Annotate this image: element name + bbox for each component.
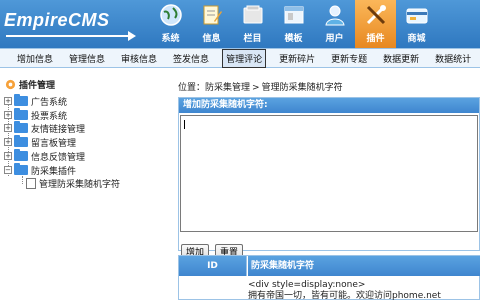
folder-icon	[14, 121, 28, 133]
plugin-tree: 插件管理 + 广告系统 + 投票系统 + 友情链接管理 + 留言板管理 + 信息…	[0, 75, 165, 300]
table-header-chars: 防采集随机字符	[248, 256, 480, 276]
tree-item-label: 防采集插件	[31, 166, 77, 177]
nav-system[interactable]: 系统	[150, 0, 191, 48]
top-nav: 系统 信息 栏目 模板 用户 插件 商城	[150, 0, 437, 48]
folder-icon	[14, 149, 28, 161]
tree-item-random-chars[interactable]: 管理防采集随机字符	[26, 177, 121, 190]
expand-icon[interactable]: +	[4, 111, 12, 119]
tree-item-label: 管理防采集随机字符	[39, 179, 121, 190]
document-edit-icon	[203, 5, 222, 25]
tree-item-label: 广告系统	[31, 97, 68, 108]
nav-label: 信息	[202, 34, 221, 44]
tree-item-label: 友情链接管理	[31, 124, 86, 135]
tree-item-links[interactable]: + 友情链接管理	[4, 121, 86, 135]
submenu-review-info[interactable]: 审核信息	[118, 50, 160, 67]
form-title: 增加防采集随机字符:	[179, 98, 479, 113]
document-icon	[26, 177, 36, 189]
nav-label: 系统	[161, 34, 180, 44]
tree-item-feedback[interactable]: + 信息反馈管理	[4, 149, 86, 163]
tree-item-vote[interactable]: + 投票系统	[4, 108, 68, 122]
nav-label: 商城	[407, 34, 426, 44]
logo: EmpireCMS	[4, 10, 110, 30]
tree-item-anticollect[interactable]: − 防采集插件	[4, 163, 77, 177]
breadcrumb-link-anticollect[interactable]: 防采集管理	[205, 83, 250, 93]
text-caret	[184, 120, 185, 129]
logo-arrow-icon	[128, 31, 136, 41]
nav-label: 模板	[284, 34, 303, 44]
nav-label: 用户	[325, 34, 344, 44]
expand-icon[interactable]: +	[4, 152, 12, 160]
position-label: 位置：	[178, 83, 206, 93]
folder-icon	[14, 94, 28, 106]
globe-icon	[159, 4, 182, 26]
random-chars-table: ID 防采集随机字符 <div style=display:none> 拥有帝国…	[178, 255, 480, 300]
expand-icon[interactable]: +	[4, 138, 12, 146]
table-cell-chars: <div style=display:none> 拥有帝国一切，皆有可能。欢迎访…	[248, 280, 441, 300]
nav-shop[interactable]: 商城	[396, 0, 437, 48]
nav-column[interactable]: 栏目	[232, 0, 273, 48]
table-header-id: ID	[179, 256, 247, 276]
tree-item-guestbook[interactable]: + 留言板管理	[4, 135, 77, 149]
breadcrumb-separator: >	[252, 83, 260, 93]
tools-icon	[366, 5, 386, 25]
submenu-sign-info[interactable]: 签发信息	[170, 50, 212, 67]
tree-guide-line	[22, 176, 23, 184]
tree-item-ads[interactable]: + 广告系统	[4, 94, 68, 108]
breadcrumb-link-random-chars[interactable]: 管理防采集随机字符	[262, 83, 343, 93]
folder-icon	[14, 135, 28, 147]
sub-menu: 增加信息 管理信息 审核信息 签发信息 管理评论 更新碎片 更新专题 数据更新 …	[0, 48, 480, 68]
expand-icon[interactable]: +	[4, 124, 12, 132]
template-window-icon	[284, 6, 303, 24]
user-icon	[324, 5, 345, 26]
nav-info[interactable]: 信息	[191, 0, 232, 48]
submenu-add-info[interactable]: 增加信息	[14, 50, 56, 67]
logo-underline	[6, 35, 134, 37]
add-form: 增加防采集随机字符: 增加 重置	[178, 97, 480, 261]
submenu-manage-comments[interactable]: 管理评论	[222, 48, 267, 68]
submenu-data-update[interactable]: 数据更新	[380, 50, 422, 67]
nav-template[interactable]: 模板	[273, 0, 314, 48]
submenu-update-fragments[interactable]: 更新碎片	[276, 50, 318, 67]
plugin-manage-icon	[5, 79, 16, 90]
shop-card-icon	[406, 8, 427, 24]
collapse-icon[interactable]: −	[4, 166, 12, 174]
nav-plugin[interactable]: 插件	[355, 0, 396, 48]
submenu-update-topics[interactable]: 更新专题	[328, 50, 370, 67]
expand-icon[interactable]: +	[4, 97, 12, 105]
nav-user[interactable]: 用户	[314, 0, 355, 48]
submenu-data-stats[interactable]: 数据统计	[432, 50, 474, 67]
folder-icon	[14, 108, 28, 120]
top-banner: EmpireCMS 系统 信息 栏目 模板 用户 插件 商城	[0, 0, 480, 48]
main-panel: 位置：防采集管理 > 管理防采集随机字符 增加防采集随机字符: 增加 重置 ID 防…	[178, 75, 480, 300]
folder-open-icon	[14, 163, 28, 175]
nav-label: 插件	[366, 34, 385, 44]
nav-label: 栏目	[243, 34, 262, 44]
folder-icon	[243, 5, 262, 24]
tree-title-label: 插件管理	[19, 81, 56, 91]
random-chars-textarea[interactable]	[180, 115, 478, 232]
tree-item-label: 信息反馈管理	[31, 152, 86, 163]
tree-item-label: 投票系统	[31, 111, 68, 122]
tree-title: 插件管理	[5, 78, 55, 91]
submenu-manage-info[interactable]: 管理信息	[66, 50, 108, 67]
breadcrumb: 位置：防采集管理 > 管理防采集随机字符	[178, 80, 343, 93]
tree-item-label: 留言板管理	[31, 138, 77, 149]
